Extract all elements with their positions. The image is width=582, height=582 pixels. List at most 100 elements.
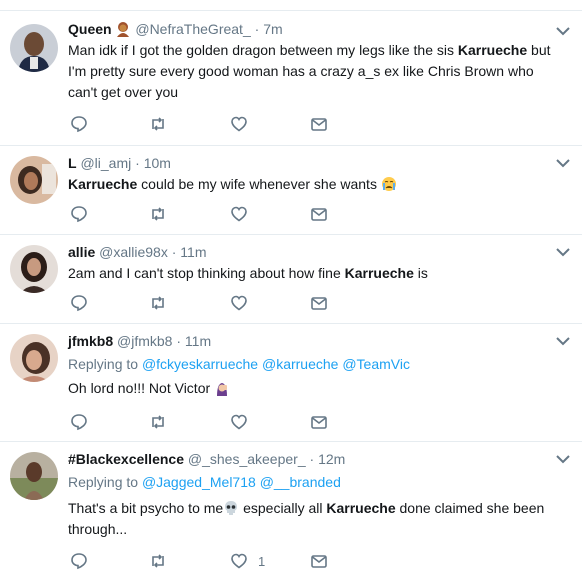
envelope-icon (311, 208, 327, 221)
retweet-button[interactable] (149, 551, 167, 571)
user-handle[interactable]: @xallie98x (99, 244, 168, 260)
tweet-header: L @li_amj · 10m (68, 154, 552, 172)
separator-dot: · (309, 451, 315, 467)
user-handle[interactable]: @li_amj (80, 155, 131, 171)
like-button[interactable]: 1 (230, 551, 265, 571)
mention-link[interactable]: @Jagged_Mel718 (142, 474, 256, 490)
heart-icon (231, 553, 247, 569)
tweet-text: 2am and I can't stop thinking about how … (68, 263, 552, 284)
tweet-header: #Blackexcellence @_shes_akeeper_ · 12m (68, 450, 552, 468)
envelope-icon (311, 118, 327, 131)
envelope-icon (311, 297, 327, 310)
tweet[interactable]: jfmkb8 @jfmkb8 · 11m Replying to @fckyes… (0, 324, 582, 442)
chevron-down-icon[interactable] (556, 454, 570, 464)
heart-icon (231, 116, 247, 132)
tweet[interactable]: Queen @NefraTheGreat_ · 7m Man idk if I … (0, 10, 582, 146)
timestamp[interactable]: 7m (263, 21, 282, 37)
avatar[interactable] (10, 156, 58, 204)
like-button[interactable] (230, 204, 248, 224)
mention-link[interactable]: @TeamVic (342, 356, 410, 372)
reply-button[interactable] (70, 204, 88, 224)
reply-button[interactable] (70, 114, 88, 134)
heart-icon (231, 295, 247, 311)
replying-to-label: Replying to (68, 356, 139, 372)
timestamp[interactable]: 11m (185, 333, 211, 349)
replying-to: Replying to @Jagged_Mel718 @__branded (68, 472, 552, 493)
display-name[interactable]: allie (68, 244, 95, 260)
tweet-actions (68, 412, 368, 432)
user-handle[interactable]: @_shes_akeeper_ (188, 451, 306, 467)
tweet-text-part: That's a bit psycho to me (68, 500, 224, 516)
heart-icon (231, 206, 247, 222)
avatar[interactable] (10, 334, 58, 382)
tweet-text-part: especially all (239, 500, 327, 516)
chevron-down-icon[interactable] (556, 26, 570, 36)
reply-icon (71, 295, 87, 312)
heart-icon (231, 414, 247, 430)
highlighted-keyword: Karrueche (344, 265, 414, 281)
tweet-text: Karrueche could be my wife whenever she … (68, 174, 552, 195)
retweet-button[interactable] (149, 412, 167, 432)
message-button[interactable] (310, 551, 328, 571)
person-emoji-icon (115, 21, 131, 37)
display-name[interactable]: #Blackexcellence (68, 451, 184, 467)
retweet-button[interactable] (149, 114, 167, 134)
envelope-icon (311, 555, 327, 568)
avatar[interactable] (10, 245, 58, 293)
tweet-text: Oh lord no!!! Not Victor (68, 378, 552, 399)
chevron-down-icon[interactable] (556, 247, 570, 257)
reply-icon (71, 553, 87, 570)
tweet-header: allie @xallie98x · 11m (68, 243, 552, 261)
tweet[interactable]: allie @xallie98x · 11m 2am and I can't s… (0, 235, 582, 324)
separator-dot: · (171, 244, 177, 260)
timestamp[interactable]: 12m (318, 451, 345, 467)
tweet-actions (68, 114, 368, 134)
tweet-header: jfmkb8 @jfmkb8 · 11m (68, 332, 552, 350)
reply-button[interactable] (70, 293, 88, 313)
mention-link[interactable]: @fckyeskarrueche (142, 356, 258, 372)
chevron-down-icon[interactable] (556, 158, 570, 168)
tweet[interactable]: L @li_amj · 10m Karrueche could be my wi… (0, 146, 582, 235)
reply-button[interactable] (70, 412, 88, 432)
tweet-text-part: 2am and I can't stop thinking about how … (68, 265, 345, 281)
message-button[interactable] (310, 204, 328, 224)
display-name[interactable]: Queen (68, 21, 112, 37)
reply-icon (71, 414, 87, 431)
message-button[interactable] (310, 412, 328, 432)
user-handle[interactable]: @jfmkb8 (117, 333, 172, 349)
replying-to: Replying to @fckyeskarrueche @karrueche … (68, 354, 552, 375)
mention-link[interactable]: @__branded (260, 474, 341, 490)
avatar[interactable] (10, 452, 58, 500)
timestamp[interactable]: 10m (144, 155, 171, 171)
like-button[interactable] (230, 412, 248, 432)
tweet[interactable]: #Blackexcellence @_shes_akeeper_ · 12m R… (0, 442, 582, 582)
user-handle[interactable]: @NefraTheGreat_ (135, 21, 250, 37)
replying-to-label: Replying to (68, 474, 139, 490)
avatar[interactable] (10, 24, 58, 72)
reply-icon (71, 116, 87, 133)
separator-dot: · (135, 155, 140, 171)
timestamp[interactable]: 11m (180, 244, 206, 260)
retweet-button[interactable] (149, 293, 167, 313)
highlighted-keyword: Karrueche (457, 42, 528, 58)
chevron-down-icon[interactable] (556, 336, 570, 346)
crying-face-emoji-icon (381, 176, 397, 192)
retweet-button[interactable] (149, 204, 167, 224)
separator-dot: · (254, 21, 260, 37)
tweet-text-part: Man idk if I got the golden dragon betwe… (68, 42, 458, 58)
reply-icon (71, 206, 87, 223)
reply-button[interactable] (70, 551, 88, 571)
like-button[interactable] (230, 114, 248, 134)
display-name[interactable]: jfmkb8 (68, 333, 113, 349)
like-button[interactable] (230, 293, 248, 313)
message-button[interactable] (310, 293, 328, 313)
tweet-feed: Queen @NefraTheGreat_ · 7m Man idk if I … (0, 0, 582, 582)
tweet-header: Queen @NefraTheGreat_ · 7m (68, 20, 552, 38)
message-button[interactable] (310, 114, 328, 134)
display-name[interactable]: L (68, 155, 77, 171)
tweet-actions: 1 (68, 551, 368, 571)
tweet-actions (68, 293, 368, 313)
facepalm-emoji-icon (214, 380, 230, 396)
tweet-text: Man idk if I got the golden dragon betwe… (68, 40, 552, 103)
mention-link[interactable]: @karrueche (262, 356, 338, 372)
